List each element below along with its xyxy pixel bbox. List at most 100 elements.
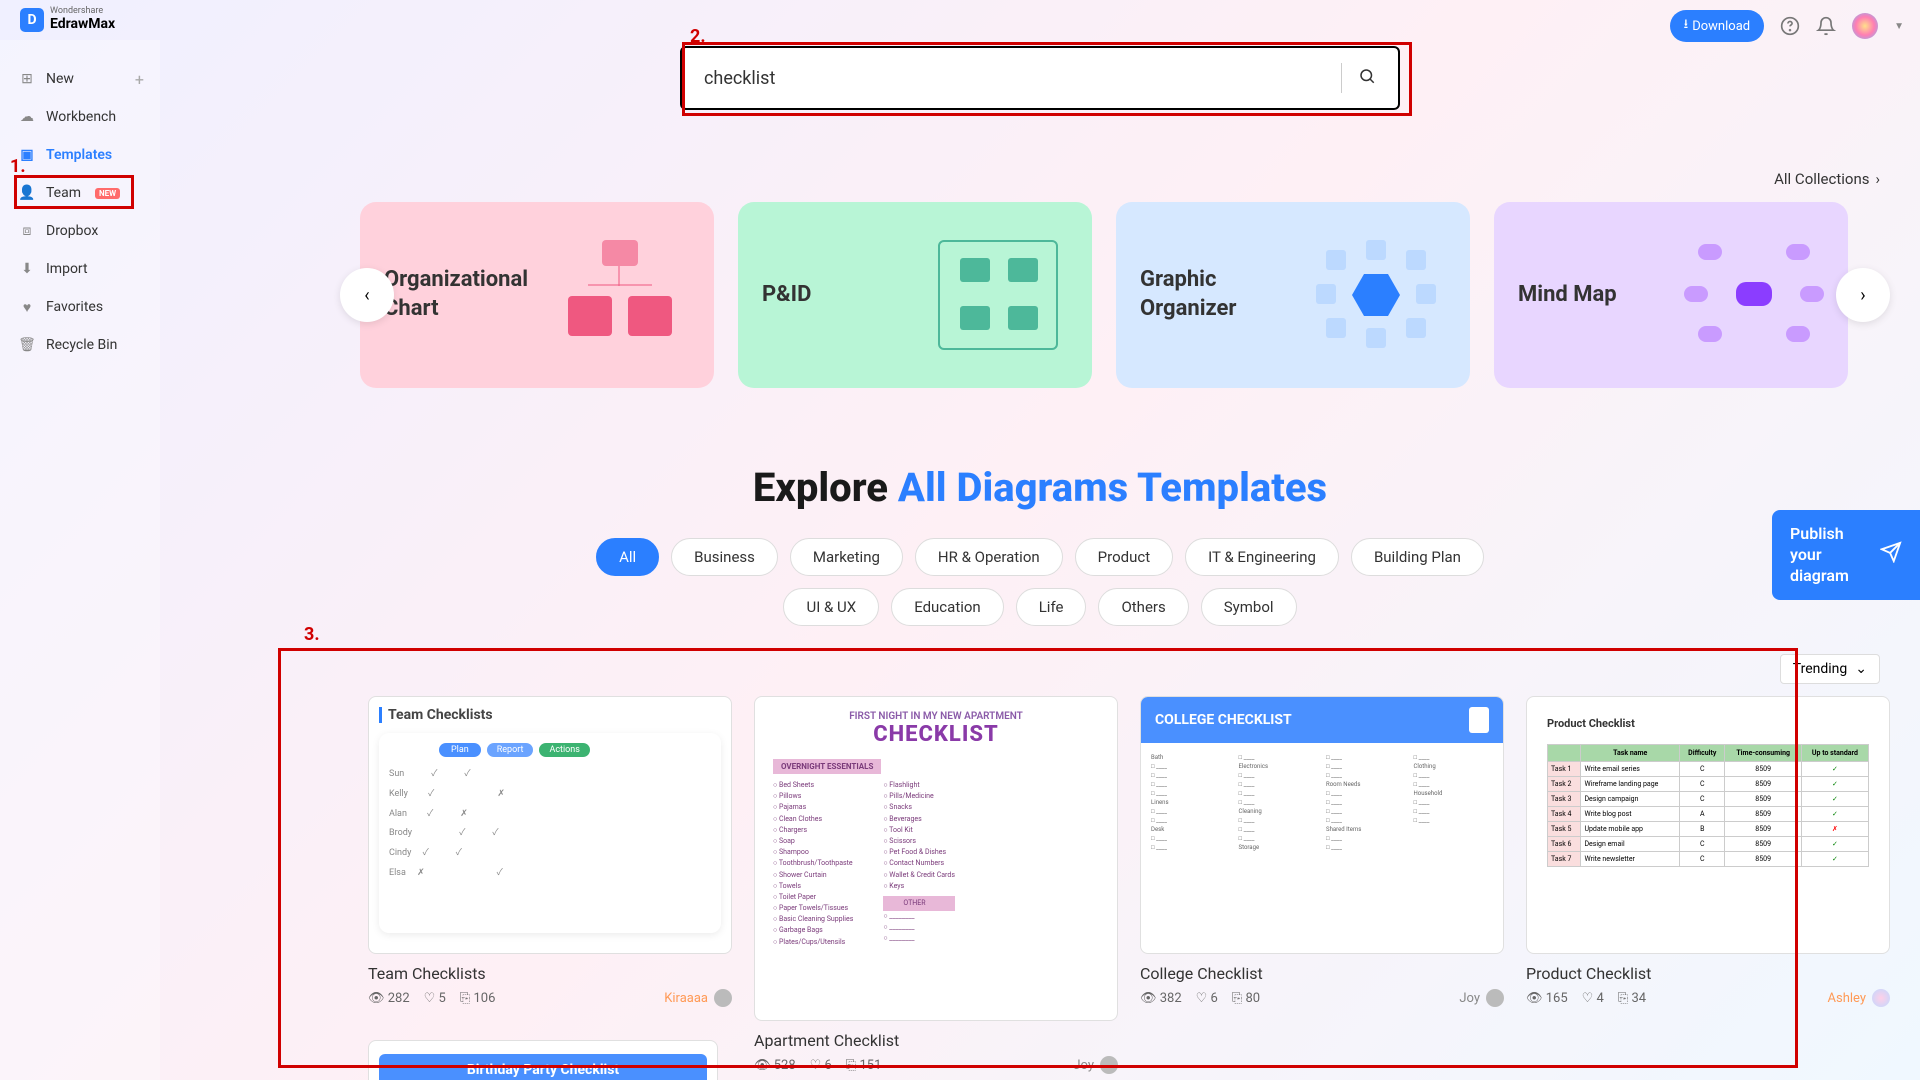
publish-label: Publish your diagram — [1790, 524, 1870, 586]
sidebar-item-label: Workbench — [46, 109, 116, 125]
plus-icon[interactable]: + — [135, 70, 144, 89]
new-badge: NEW — [95, 188, 120, 199]
sidebar-item-import[interactable]: ⬇ Import — [0, 250, 160, 288]
filter-marketing[interactable]: Marketing — [790, 538, 903, 576]
template-thumbnail: Team Checklists Plan Report Actions Sun … — [368, 696, 732, 954]
template-card[interactable]: FIRST NIGHT IN MY NEW APARTMENT CHECKLIS… — [754, 696, 1118, 1074]
filter-business[interactable]: Business — [671, 538, 778, 576]
search-divider — [1341, 63, 1342, 93]
category-title: P&ID — [762, 281, 811, 310]
carousel-prev-button[interactable]: ‹ — [340, 268, 394, 322]
filter-product[interactable]: Product — [1075, 538, 1173, 576]
explore-prefix: Explore — [753, 464, 898, 511]
thumb-title: COLLEGE CHECKLIST — [1155, 712, 1292, 728]
category-card-mind-map[interactable]: Mind Map — [1494, 202, 1848, 388]
sort-label: Trending — [1793, 661, 1848, 677]
likes-icon: ♡ 4 — [1582, 991, 1604, 1006]
author-avatar — [1872, 989, 1890, 1007]
filter-education[interactable]: Education — [891, 588, 1004, 626]
category-title: Organizational Chart — [384, 266, 534, 323]
all-collections-link[interactable]: All Collections › — [1774, 170, 1880, 188]
help-icon[interactable] — [1780, 16, 1800, 36]
sidebar-item-workbench[interactable]: ☁ Workbench — [0, 98, 160, 136]
carousel-next-button[interactable]: › — [1836, 268, 1890, 322]
template-author[interactable]: Ashley — [1828, 989, 1890, 1007]
sidebar-item-label: Templates — [46, 147, 112, 163]
thumb-subtitle: FIRST NIGHT IN MY NEW APARTMENT — [773, 711, 1099, 722]
annotation-2: 2. — [690, 26, 706, 47]
author-avatar — [1486, 989, 1504, 1007]
brand-logo[interactable]: D Wondershare EdrawMax — [20, 7, 115, 32]
thumb-title: Birthday Party Checklist — [379, 1054, 707, 1080]
template-thumbnail: Product Checklist Task nameDifficultyTim… — [1526, 696, 1890, 954]
sidebar-item-label: Favorites — [46, 299, 103, 315]
template-author[interactable]: Joy — [1073, 1056, 1118, 1074]
copies-icon: ⎘ 151 — [846, 1058, 882, 1073]
filter-symbol[interactable]: Symbol — [1201, 588, 1297, 626]
search-input[interactable] — [704, 68, 1325, 89]
views-icon: 👁 165 — [1526, 991, 1568, 1006]
filter-others[interactable]: Others — [1098, 588, 1188, 626]
explore-highlight: All Diagrams Templates — [898, 464, 1327, 511]
template-thumbnail[interactable]: Birthday Party Checklist — [368, 1040, 718, 1080]
filter-building[interactable]: Building Plan — [1351, 538, 1484, 576]
cloud-icon: ☁ — [18, 108, 36, 126]
category-card-graphic-organizer[interactable]: Graphic Organizer — [1116, 202, 1470, 388]
sidebar-item-label: Import — [46, 261, 88, 277]
likes-icon: ♡ 6 — [1196, 991, 1218, 1006]
send-icon — [1880, 541, 1902, 569]
category-card-org-chart[interactable]: Organizational Chart — [360, 202, 714, 388]
sidebar-item-label: Dropbox — [46, 223, 98, 239]
sidebar-item-recycle[interactable]: 🗑 Recycle Bin — [0, 326, 160, 364]
author-avatar — [1100, 1056, 1118, 1074]
template-card[interactable]: COLLEGE CHECKLIST Bath□ ____□ ____□ ____… — [1140, 696, 1504, 1074]
sidebar-item-dropbox[interactable]: ⧈ Dropbox — [0, 212, 160, 250]
download-button[interactable]: ⭳ Download — [1670, 10, 1764, 42]
copies-icon: ⎘ 80 — [1232, 991, 1260, 1006]
category-card-pid[interactable]: P&ID — [738, 202, 1092, 388]
template-card[interactable]: Team Checklists Plan Report Actions Sun … — [368, 696, 732, 1074]
filter-hr[interactable]: HR & Operation — [915, 538, 1063, 576]
bell-icon[interactable] — [1816, 16, 1836, 36]
sort-dropdown[interactable]: Trending ⌄ — [1780, 654, 1880, 684]
chevron-right-icon: › — [1875, 170, 1880, 188]
template-name: Team Checklists — [368, 964, 732, 983]
thumb-title: CHECKLIST — [773, 722, 1099, 747]
views-icon: 👁 528 — [754, 1058, 796, 1073]
logo-icon: D — [20, 8, 44, 32]
likes-icon: ♡ 5 — [424, 991, 446, 1006]
template-name: Apartment Checklist — [754, 1031, 1118, 1050]
filter-row: All Business Marketing HR & Operation Pr… — [590, 538, 1490, 626]
template-name: Product Checklist — [1526, 964, 1890, 983]
user-avatar[interactable] — [1852, 13, 1878, 39]
mind-map-icon — [1684, 230, 1824, 360]
brand-bottom: EdrawMax — [50, 17, 115, 32]
sidebar-item-label: Recycle Bin — [46, 337, 117, 353]
search-button[interactable] — [1358, 67, 1376, 89]
template-author[interactable]: Joy — [1459, 989, 1504, 1007]
copies-icon: ⎘ 34 — [1618, 991, 1646, 1006]
import-icon: ⬇ — [18, 260, 36, 278]
annotation-1: 1. — [10, 156, 26, 177]
thumb-title: Team Checklists — [379, 707, 721, 723]
views-icon: 👁 382 — [1140, 991, 1182, 1006]
sidebar-item-favorites[interactable]: ♥ Favorites — [0, 288, 160, 326]
explore-heading: Explore All Diagrams Templates — [753, 464, 1327, 511]
plus-square-icon: ⊞ — [18, 70, 36, 88]
category-title: Graphic Organizer — [1140, 266, 1290, 323]
filter-life[interactable]: Life — [1016, 588, 1087, 626]
filter-all[interactable]: All — [596, 538, 659, 576]
pid-icon — [928, 230, 1068, 360]
publish-diagram-button[interactable]: Publish your diagram — [1772, 510, 1920, 600]
template-author[interactable]: Kiraaaa — [664, 989, 732, 1007]
template-card[interactable]: Product Checklist Task nameDifficultyTim… — [1526, 696, 1890, 1074]
filter-uiux[interactable]: UI & UX — [783, 588, 879, 626]
filter-it[interactable]: IT & Engineering — [1185, 538, 1339, 576]
category-title: Mind Map — [1518, 281, 1617, 310]
heart-icon: ♥ — [18, 298, 36, 316]
chevron-down-icon: ⌄ — [1855, 661, 1867, 677]
sidebar-item-new[interactable]: ⊞ New + — [0, 60, 160, 98]
sidebar-item-team[interactable]: 👤 Team NEW — [0, 174, 160, 212]
template-name: College Checklist — [1140, 964, 1504, 983]
avatar-chevron-icon[interactable]: ▼ — [1894, 21, 1904, 32]
